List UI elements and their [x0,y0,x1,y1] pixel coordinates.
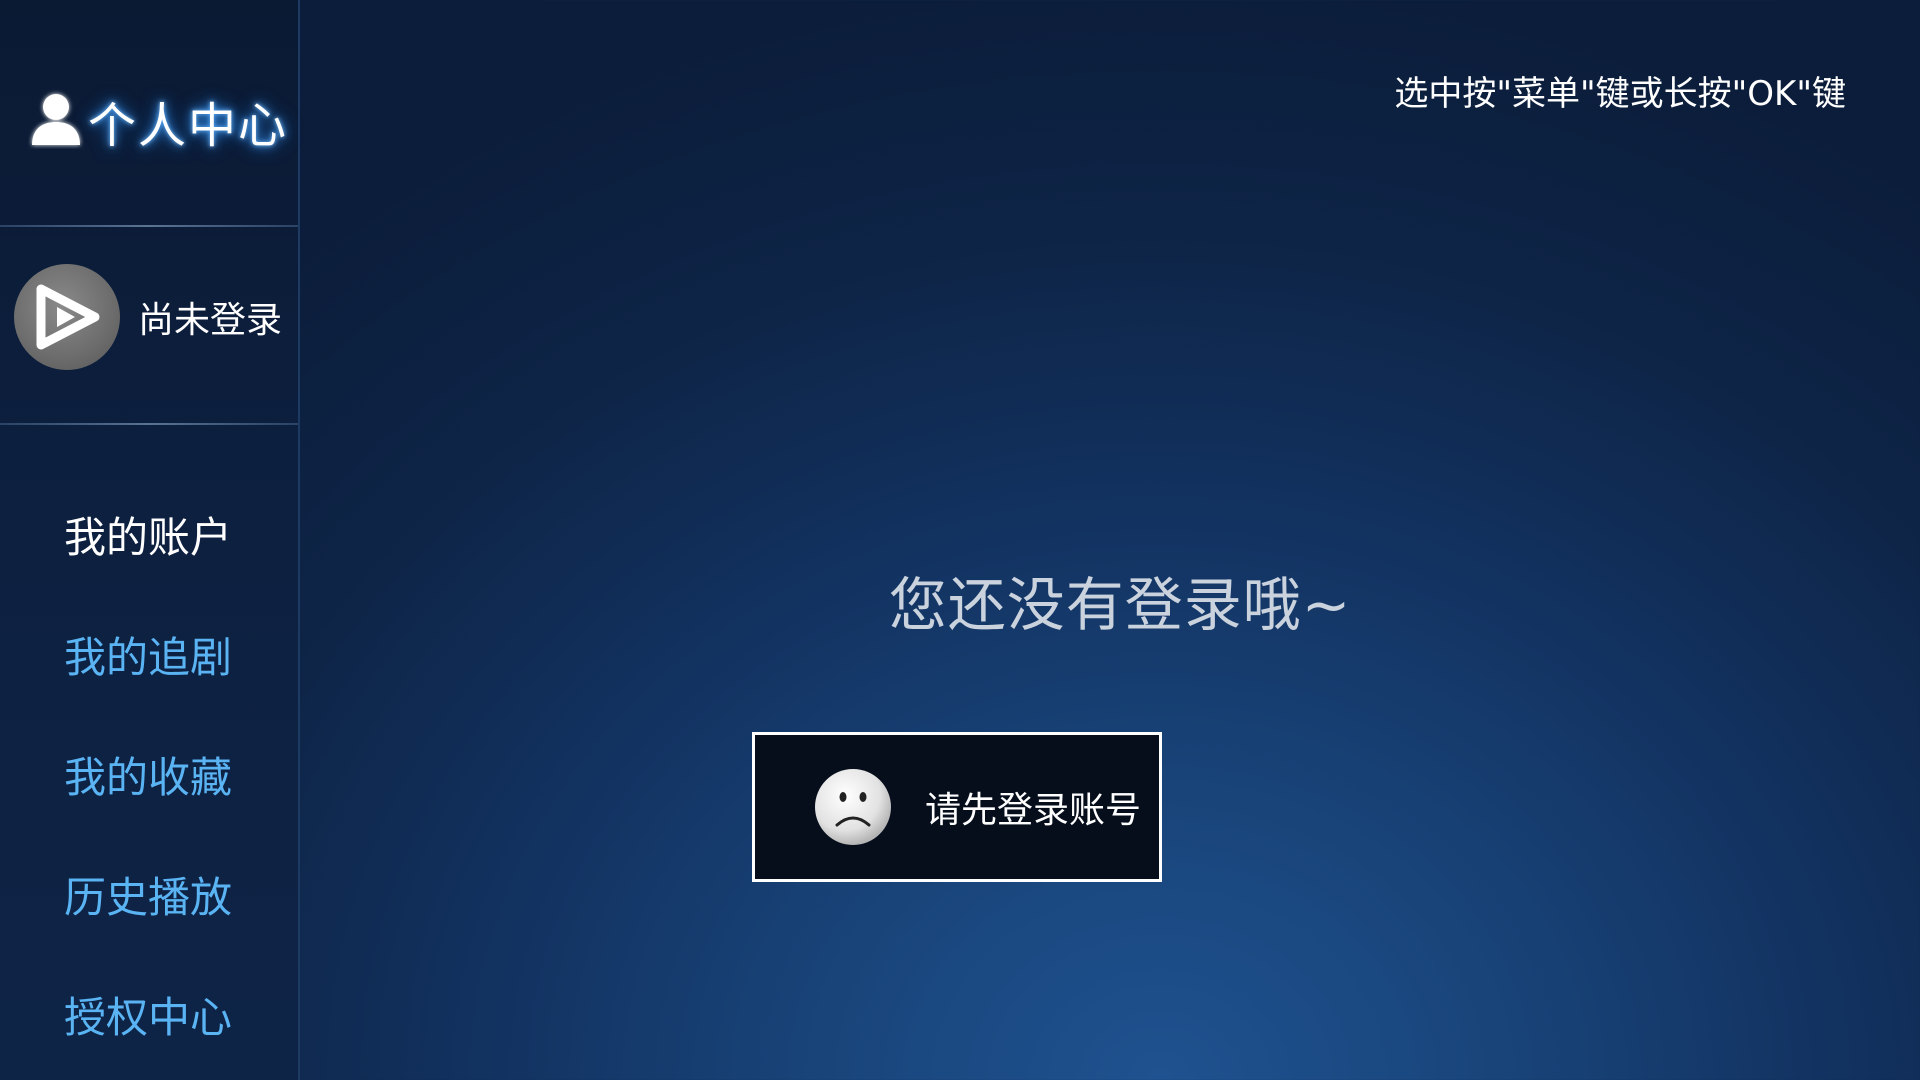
avatar [14,264,120,370]
brand: 个人中心 [28,88,288,154]
page-title: 个人中心 [88,98,289,154]
sad-face-icon [815,769,891,845]
empty-state-message: 您还没有登录哦~ [888,571,1352,639]
sidebar-item-my-favorites[interactable]: 我的收藏 [64,750,232,806]
play-logo-icon [36,284,100,350]
divider [0,423,298,425]
sidebar-item-history[interactable]: 历史播放 [64,870,232,926]
user-status-label: 尚未登录 [138,300,283,341]
login-button-label: 请先登录账号 [925,790,1142,831]
user-icon [28,89,88,153]
divider [0,225,298,227]
sidebar-item-authorization[interactable]: 授权中心 [64,990,232,1046]
sidebar: 个人中心 尚未登录 我的账户 我的追剧 我的收藏 历史播放 授权中心 [0,0,300,1080]
login-button[interactable]: 请先登录账号 [752,732,1162,882]
user-status-row[interactable]: 尚未登录 [14,264,282,370]
menu-key-hint: 选中按"菜单"键或长按"OK"键 [1394,74,1846,114]
